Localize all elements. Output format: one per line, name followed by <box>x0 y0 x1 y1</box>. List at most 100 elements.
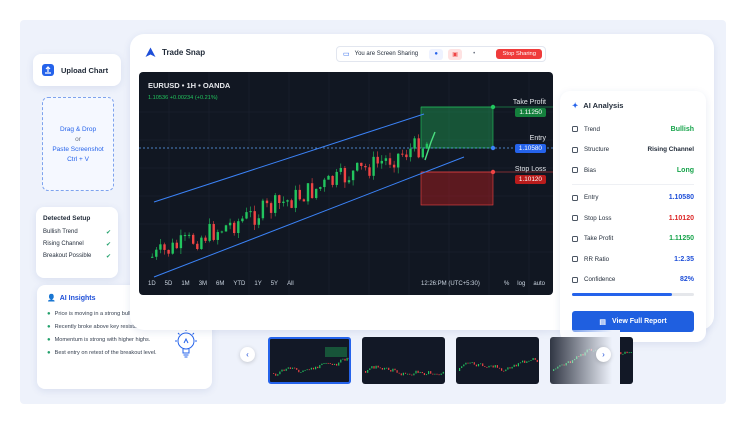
candle <box>425 143 429 149</box>
candle <box>187 234 191 236</box>
thumbnail-candle <box>323 362 325 364</box>
setup-item: Rising Channel ✔ <box>43 241 111 248</box>
candle <box>310 183 314 198</box>
candle <box>327 175 330 180</box>
percent-scale-toggle[interactable]: % <box>504 281 509 287</box>
analysis-value: Bullish <box>670 125 694 133</box>
paste-shortcut: Ctrl + V <box>67 155 89 163</box>
candle <box>401 153 404 155</box>
thumbnail-candle <box>532 358 534 361</box>
thumbnail-candle <box>515 364 517 367</box>
thumbnail-candle <box>333 363 336 365</box>
next-arrow-button[interactable]: › <box>596 347 611 362</box>
thumbnail-candle <box>507 367 509 370</box>
ai-analysis-title: AI Analysis <box>583 101 624 110</box>
auto-scale-toggle[interactable]: auto <box>533 281 545 287</box>
thumbnail-candle <box>317 366 319 369</box>
candle <box>368 167 371 176</box>
candle <box>159 244 162 250</box>
timeframe-option[interactable]: 3M <box>199 281 207 287</box>
thumbnail-candle <box>291 367 294 369</box>
lightbulb-icon <box>175 329 197 358</box>
setup-item-label: Breakout Possible <box>43 253 92 259</box>
thumbnail[interactable] <box>268 337 351 384</box>
chart-quote: 1.10536 +0.00234 (+0.21%) <box>148 95 218 101</box>
candle <box>339 167 342 172</box>
candle <box>294 189 297 208</box>
sparkle-icon: ✦ <box>572 101 579 110</box>
price-chart[interactable]: EURUSD • 1H • OANDA 1.10536 +0.00234 (+0… <box>139 72 553 295</box>
drop-zone[interactable]: Drag & Drop or Paste Screenshot Ctrl + V <box>42 97 114 191</box>
candle <box>376 156 379 164</box>
camera-icon[interactable]: ▣ <box>448 48 463 60</box>
previous-arrow-button[interactable]: ‹ <box>240 347 255 362</box>
timeframe-option[interactable]: YTD <box>233 281 245 287</box>
thumbnail-candle <box>430 371 432 374</box>
log-scale-toggle[interactable]: log <box>517 281 525 287</box>
mic-icon[interactable]: ● <box>429 48 444 60</box>
candle <box>413 138 416 149</box>
thumbnail-candle <box>327 362 329 364</box>
check-icon: ● <box>47 350 51 356</box>
thumbnail[interactable] <box>456 337 539 384</box>
candle <box>204 237 207 241</box>
ratio-icon <box>572 256 578 263</box>
analysis-value: 1.10580 <box>668 194 694 202</box>
stop-sharing-button[interactable]: Stop Sharing <box>496 49 542 59</box>
thumbnail-candle <box>369 368 371 370</box>
share-status: You are Screen Sharing <box>354 51 419 57</box>
thumbnail-candle <box>308 369 310 371</box>
candle <box>360 162 363 166</box>
detected-setup-title: Detected Setup <box>43 215 91 222</box>
brand: Trade Snap <box>145 47 205 58</box>
take-profit-icon <box>572 235 578 242</box>
candle <box>351 170 355 181</box>
candle <box>245 212 248 219</box>
upload-icon <box>42 64 54 76</box>
analysis-value: 82% <box>679 276 694 284</box>
thumbnail-candle <box>279 371 281 375</box>
entry-tag: 1.10580 <box>514 144 546 153</box>
thumbnail-chart <box>273 347 349 376</box>
timeframe-option[interactable]: 1M <box>181 281 189 287</box>
thumbnail-candle <box>383 367 386 370</box>
document-icon: ▤ <box>599 318 606 326</box>
candle <box>265 200 269 204</box>
app-canvas: Upload Chart Drag & Drop or Paste Screen… <box>20 20 726 404</box>
thumbnail-candle <box>622 353 624 355</box>
stop-loss-zone <box>420 171 494 206</box>
thumbnail-candle <box>285 368 287 371</box>
timeframe-option[interactable]: 1D <box>148 281 156 287</box>
timeframe-option[interactable]: 5Y <box>271 281 278 287</box>
timeframe-option[interactable]: 6M <box>216 281 224 287</box>
thumbnail-candle <box>346 357 348 361</box>
thumbnail-candle <box>425 374 428 376</box>
thumbnail[interactable] <box>362 337 445 384</box>
insight-text: Momentum is strong with higher highs. <box>54 337 151 343</box>
timeframe-option[interactable]: 1Y <box>254 281 261 287</box>
more-icon[interactable]: • <box>467 49 481 60</box>
thumbnail-candle <box>503 370 505 372</box>
timeframe-option[interactable]: All <box>287 281 294 287</box>
thumbnail-candle <box>517 363 519 367</box>
thumbnail-candle <box>400 373 402 376</box>
thumbnail-candle <box>469 362 471 364</box>
candle <box>183 235 187 237</box>
thumbnail-candle <box>490 365 492 367</box>
analysis-row-entry: Entry 1.10580 <box>572 188 694 209</box>
upload-chart-button[interactable]: Upload Chart <box>33 54 121 86</box>
thumbnail-zone <box>325 347 347 357</box>
candle <box>384 158 388 161</box>
candle <box>163 244 166 250</box>
thumbnail-candle <box>482 363 484 367</box>
thumbnail-candle <box>294 367 296 369</box>
timeframe-option[interactable]: 5D <box>165 281 173 287</box>
thumbnail-candle <box>367 369 369 373</box>
channel-lower-line <box>153 156 465 278</box>
view-full-report-button[interactable]: ▤ View Full Report <box>572 311 694 332</box>
thumbnail-candle <box>524 360 526 363</box>
check-icon: ● <box>47 324 51 330</box>
thumbnail-candle <box>471 362 473 364</box>
confidence-bar <box>572 293 694 296</box>
thumbnail-candle <box>432 373 434 375</box>
